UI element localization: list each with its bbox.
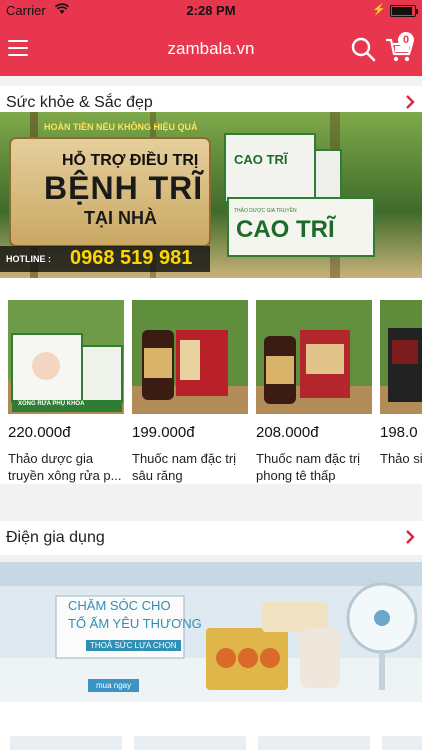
nav-bar: zambala.vn 0 — [0, 22, 422, 76]
banner-line1: HỖ TRỢ ĐIỀU TRỊ — [62, 152, 199, 169]
banner-guarantee-text: HOÀN TIỀN NẾU KHÔNG HIỆU QUẢ — [44, 122, 198, 132]
product-image: XÔNG RỬA PHỤ KHOA — [8, 300, 124, 414]
product-image — [382, 736, 422, 750]
banner-brand-small: THẢO DƯỢC GIA TRUYỀN — [234, 208, 297, 214]
product-card[interactable]: 198.0 Thảo sinh — [380, 278, 422, 484]
banner-line3: TẠI NHÀ — [84, 208, 157, 228]
banner-brand-box: CAO TRĨ — [234, 152, 288, 167]
banner-brand: CAO TRĨ — [236, 216, 335, 243]
banner-appliances-image — [0, 562, 422, 702]
banner-cta-button[interactable]: mua ngay — [88, 679, 140, 692]
chevron-right-icon[interactable] — [404, 94, 416, 110]
banner-hotline-label: HOTLINE : — [6, 254, 51, 264]
product-image — [10, 736, 122, 750]
banner-line2: TỔ ẤM YÊU THƯƠNG — [68, 616, 202, 631]
product-carousel-appliances[interactable] — [0, 702, 422, 750]
charging-icon: ⚡ — [372, 4, 386, 16]
product-card[interactable]: 199.000đ Thuốc nam đặc trị sâu răng — [132, 278, 248, 484]
product-price: 208.000đ — [256, 424, 319, 441]
product-name: Thuốc nam đặc trị phong tê thấp — [256, 451, 361, 483]
product-image — [380, 300, 422, 414]
product-name: Thảo sinh — [380, 451, 422, 466]
status-bar: Carrier 2:28 PM ⚡ — [0, 0, 422, 22]
product-price: 199.000đ — [132, 424, 195, 441]
status-time: 2:28 PM — [186, 3, 236, 18]
banner-line2: BỆNH TRĨ — [44, 170, 204, 206]
product-carousel-health[interactable]: XÔNG RỬA PHỤ KHOA 220.000đ Thảo dược gia… — [0, 278, 422, 484]
product-name: Thảo dược gia truyền xông rửa p... — [8, 451, 122, 483]
product-name: Thuốc nam đặc trị sâu răng — [132, 451, 237, 483]
cart-count-badge: 0 — [398, 32, 414, 48]
product-image — [134, 736, 246, 750]
banner-home-appliances[interactable]: CHĂM SÓC CHO TỔ ẤM YÊU THƯƠNG THOẢ SỨC L… — [0, 562, 422, 702]
product-price: 198.0 — [380, 424, 418, 441]
product-image — [256, 300, 372, 414]
banner-tagline: THOẢ SỨC LỰA CHỌN — [86, 640, 181, 651]
product-price: 220.000đ — [8, 424, 71, 441]
product-card[interactable]: XÔNG RỬA PHỤ KHOA 220.000đ Thảo dược gia… — [8, 278, 124, 484]
product-card[interactable]: 208.000đ Thuốc nam đặc trị phong tê thấp — [256, 278, 372, 484]
banner-hemorrhoid[interactable]: HOÀN TIỀN NẾU KHÔNG HIỆU QUẢ HỖ TRỢ ĐIỀU… — [0, 112, 422, 278]
section-header-home-appliances[interactable]: Điện gia dụng — [0, 521, 422, 555]
product-image-label: XÔNG RỬA PHỤ KHOA — [18, 401, 85, 407]
chevron-right-icon[interactable] — [404, 529, 416, 545]
search-icon[interactable] — [350, 36, 376, 62]
product-image — [132, 300, 248, 414]
section-title: Sức khỏe & Sắc đẹp — [6, 94, 153, 111]
battery-icon — [390, 5, 418, 17]
product-image — [258, 736, 370, 750]
section-title: Điện gia dụng — [6, 529, 105, 546]
banner-hotline: 0968 519 981 — [70, 247, 193, 269]
banner-line1: CHĂM SÓC CHO — [68, 598, 171, 613]
